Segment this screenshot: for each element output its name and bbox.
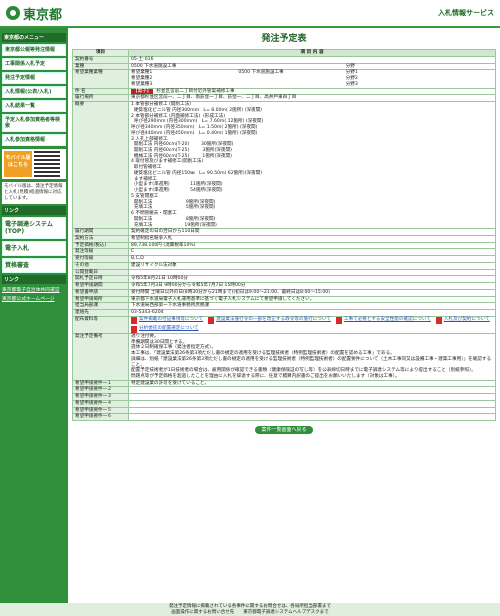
table-row: 配布資料等 案件掲載の付記事項等について 建設業法施行令の一部を改正する政令等の… xyxy=(72,315,496,334)
pdf-icon xyxy=(435,316,442,324)
sidebar-section-link: リンク xyxy=(2,205,66,215)
mobile-link[interactable]: モバイル版はこちら xyxy=(4,151,32,177)
table-row: 希望申請要件一６ xyxy=(72,413,496,422)
sidebar-item-nyusatsu[interactable]: 入札情報(公表/入札) xyxy=(2,86,66,98)
table-row: 希望申請期間 令和5年7月3日 9時00分から令和5年7月7日 15時00分 xyxy=(72,282,496,290)
sidebar-item-hacchu[interactable]: 発注予定情報 xyxy=(2,72,66,84)
table-row: 連絡先 03-5343-6204 xyxy=(72,309,496,317)
qr-code-icon xyxy=(34,151,60,177)
footer: 発注予定情報に掲載されている各事件に関するお問合せは、各局所担当部署まで 画面操… xyxy=(0,603,500,616)
sidebar-section-link2: リンク xyxy=(2,275,66,285)
table-row: 概要 1 本管部分補修工 (開削工法) 硬質塩化ビニル管 内径300mm L= 8… xyxy=(72,101,496,230)
table-row: 開札予定日時 令和5年8月21日 10時00分 xyxy=(72,275,496,284)
table-row: 受付等級 B,C,D xyxy=(72,255,496,263)
sidebar-item-shinsa[interactable]: 資格審査 xyxy=(2,258,66,274)
table-row: 契約方法 希望制指名競争入札 xyxy=(72,235,496,243)
table-row: 履行場所 東京都杉並区宮前一、二丁目、南荻窪一丁目、荻窪一、二丁目、高井戸東四丁目 xyxy=(72,94,496,103)
subject-value: 杉並区宮前二丁目付近外管渠補修工事 xyxy=(156,88,235,94)
table-row: 発注予定備考 適り注付要。 準備期間は30日間とする。 週休２日制確保工事（発注者… xyxy=(72,332,496,381)
table-row: 担当局部課 下水道局西部第一下水道事務所庶務課 xyxy=(72,302,496,311)
table-row: 希望申請要件一５ xyxy=(72,406,496,415)
table-row: 公開登載日 xyxy=(72,268,496,277)
table-row: 希望申請場所 東京都下水道局電子入札運用基準に基づく電子入札システムにて希望申請し… xyxy=(72,295,496,304)
mobile-box: モバイル版はこちら xyxy=(2,149,66,179)
sidebar-item-shikaku[interactable]: 入札参加資格情報 xyxy=(2,134,66,146)
table-row: 希望書申請 受付時間 土曜日以外の日(8時30分から21時まで)(初日は9:00〜… xyxy=(72,288,496,297)
sidebar-item-kekka[interactable]: 入札結果一覧 xyxy=(2,100,66,112)
sidebar-item-denshi[interactable]: 電子入札 xyxy=(2,240,66,257)
pdf-icon xyxy=(131,316,137,324)
page-title: 発注予定表 xyxy=(261,34,307,44)
summary-text: 1 本管部分補修工 (開削工法) 硬質塩化ビニル管 内径300mm L= 8.0… xyxy=(131,102,264,228)
table-row: 予定価格(税込) 89,738,100円 (消費税率10%) xyxy=(72,241,496,250)
doc-link-2[interactable]: 建設業法施行令の一部を改正する政令等の施行について xyxy=(208,316,331,324)
pdf-icon xyxy=(335,316,342,324)
table-row: 業種 0500 下水道施設工事 分野 xyxy=(72,62,496,71)
table-row: 契約番号 05-土-016 xyxy=(72,56,496,64)
tokyo-logo[interactable]: 東京都 xyxy=(6,4,62,23)
doc-link-3[interactable]: 工事で必要とする安全性能の確認について xyxy=(335,316,431,324)
electronic-badge: 【電子】 xyxy=(131,88,154,94)
table-row: 件 名【電子】 杉並区宮前二丁目付近外管渠補修工事 xyxy=(72,87,496,96)
logo-text: 東京都 xyxy=(23,7,63,23)
pdf-icon xyxy=(131,325,137,333)
sidebar-item-kouhou[interactable]: 東京都公報等発注情報 xyxy=(2,44,66,56)
sidebar-section-title: 東京都のメニュー xyxy=(2,33,66,42)
pdf-icon xyxy=(208,316,215,324)
doc-link-5[interactable]: 分析委託の配置選定について xyxy=(131,325,199,333)
table-row: 希望申請要件一１ 特定建設業の許可を受けていること。 xyxy=(72,379,496,388)
sidebar-item-koji[interactable]: 工事関係入札予定 xyxy=(2,58,66,70)
site-title: 入札情報サービス xyxy=(438,9,494,17)
table-row: 発注等級 C xyxy=(72,248,496,257)
detail-table: 項目項 目 内 容 契約番号 05-土-016 業種 0500 下水道施設工事 分野 … xyxy=(72,49,496,422)
sidebar-item-chotatsu[interactable]: 電子調達システム(TOP) xyxy=(2,216,66,239)
sidebar: 東京都のメニュー 東京都公報等発注情報 工事関係入札予定 発注予定情報 入札情報… xyxy=(0,28,68,603)
table-row: 履行期間 契約確定の日の翌日から110日間 xyxy=(72,228,496,236)
sidebar-link-official[interactable]: 東京都公式ホームページ xyxy=(2,295,66,302)
doc-link-1[interactable]: 案件掲載の付記事項等について xyxy=(131,316,203,324)
mobile-note: モバイル版は、発注予定情報と入札(見積)経過情報に対応しています。 xyxy=(2,182,66,204)
notes-text: 適り注付要。 準備期間は30日間とする。 週休２日制確保工事（発注者指定方式）。… xyxy=(131,333,492,379)
table-row: 希望申請要件一４ xyxy=(72,399,496,408)
sidebar-link-kyodo[interactable]: 東京都電子自治体共同運営 xyxy=(2,286,66,293)
back-to-list-button[interactable]: 案件一覧画面へ戻る xyxy=(255,426,313,435)
table-row: その他 建設リサイクル法対象 xyxy=(72,261,496,270)
doc-link-4[interactable]: 入札及び契約について xyxy=(435,316,490,324)
tokyo-logo-icon xyxy=(6,6,20,20)
top-header: 東京都 入札情報サービス xyxy=(0,0,500,28)
sidebar-item-search[interactable]: 予定入札参加資格者等検索 xyxy=(2,114,66,132)
main-content: 発注予定表 項目項 目 内 容 契約番号 05-土-016 業種 0500 下水道施… xyxy=(68,28,500,603)
table-row: 希望業種業種 希望業種1 0500 下水道施設工事 分野1 希望業種2 分野2 希望業… xyxy=(72,69,496,89)
table-row: 希望申請要件一３ xyxy=(72,393,496,401)
col-item: 項目 xyxy=(72,49,129,57)
footer-line-2: 画面操作に関するお問い合せ先 東京都電子調達システムヘルプデスクまで xyxy=(171,609,329,615)
table-row: 希望申請要件一２ xyxy=(72,386,496,395)
col-content: 項 目 内 容 xyxy=(128,49,496,57)
